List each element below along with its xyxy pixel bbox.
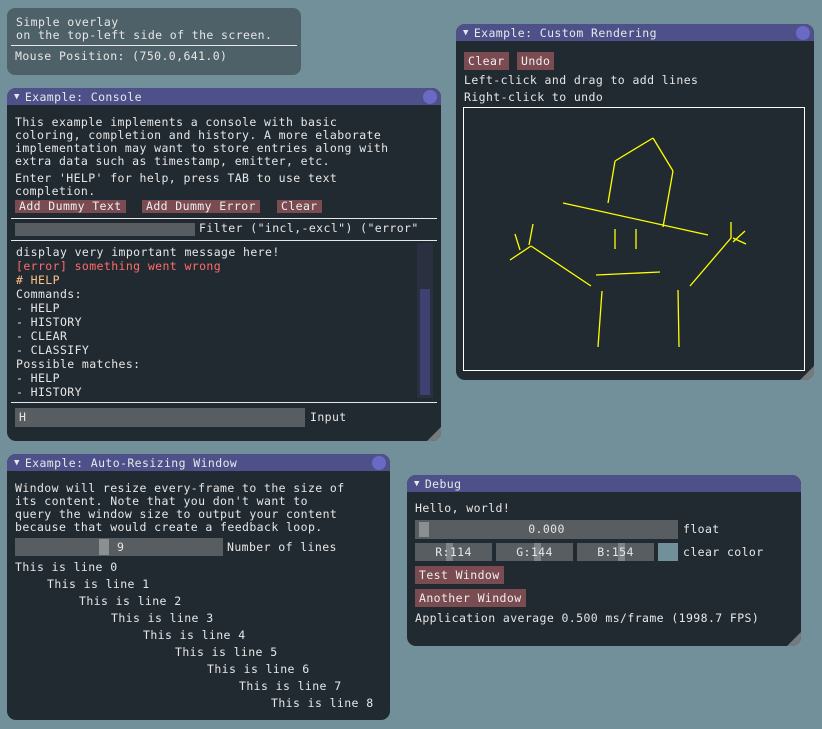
lines-slider-value: 9 xyxy=(117,540,125,554)
log-line: Commands: xyxy=(16,287,82,301)
log-line: - HISTORY xyxy=(16,315,82,329)
console-separator-mid xyxy=(11,240,437,241)
drawing-canvas[interactable] xyxy=(463,107,806,372)
color-g-slider[interactable]: G:144 xyxy=(496,543,573,561)
filter-input[interactable] xyxy=(15,223,195,236)
log-scrollbar-thumb[interactable] xyxy=(420,289,430,395)
close-icon[interactable] xyxy=(372,456,386,470)
debug-titlebar[interactable]: ▼ Debug xyxy=(407,475,801,492)
log-line: - HISTORY xyxy=(16,385,82,399)
auto-line: This is line 5 xyxy=(175,645,278,659)
canvas-border xyxy=(463,107,805,371)
clear-color-swatch[interactable] xyxy=(658,543,678,561)
resize-grip[interactable] xyxy=(427,427,441,441)
auto-line: This is line 4 xyxy=(143,628,246,642)
clear-color-label: clear color xyxy=(683,545,764,559)
auto-line: This is line 6 xyxy=(207,662,310,676)
auto-resizing-title: Example: Auto-Resizing Window xyxy=(24,455,238,470)
console-title: Example: Console xyxy=(24,89,143,104)
resize-grip[interactable] xyxy=(800,366,814,380)
canvas-clear-button[interactable]: Clear xyxy=(464,52,509,70)
auto-resizing-window: ▼ Example: Auto-Resizing Window Window w… xyxy=(7,454,390,720)
console-desc-4: extra data such as timestamp, emitter, e… xyxy=(15,154,330,168)
float-slider[interactable]: 0.000 xyxy=(415,520,678,539)
close-icon[interactable] xyxy=(423,90,437,104)
canvas-undo-button[interactable]: Undo xyxy=(517,52,555,70)
log-line: - CLASSIFY xyxy=(16,343,90,357)
auto-line: This is line 3 xyxy=(111,611,214,625)
custom-rendering-titlebar[interactable]: ▼ Example: Custom Rendering xyxy=(456,24,814,41)
console-separator-top xyxy=(11,218,437,219)
log-scrollbar[interactable] xyxy=(417,243,433,398)
test-window-button[interactable]: Test Window xyxy=(415,566,504,584)
log-line: Possible matches: xyxy=(16,357,141,371)
console-log[interactable]: display very important message here! [err… xyxy=(15,243,415,401)
color-g-value: G:144 xyxy=(516,545,553,559)
auto-line: This is line 8 xyxy=(271,696,374,710)
log-line: - CLEAR xyxy=(16,329,68,343)
add-dummy-text-button[interactable]: Add Dummy Text xyxy=(15,200,126,213)
filter-label: Filter ("incl,-excl") ("error" xyxy=(199,221,419,235)
clear-button[interactable]: Clear xyxy=(277,200,322,213)
log-line: - HELP xyxy=(16,371,60,385)
canvas-hint-undo: Right-click to undo xyxy=(464,90,604,104)
overlay-separator xyxy=(11,45,297,46)
resize-grip[interactable] xyxy=(787,632,801,646)
console-input-value: H xyxy=(19,410,27,424)
color-r-slider[interactable]: R:114 xyxy=(415,543,492,561)
log-line: display very important message here! xyxy=(16,245,280,259)
debug-window: ▼ Debug Hello, world! 0.000 float R:114 … xyxy=(407,475,801,646)
auto-line: This is line 0 xyxy=(15,560,118,574)
auto-line: This is line 2 xyxy=(79,594,182,608)
console-separator-bottom xyxy=(11,402,437,403)
collapse-triangle-icon[interactable]: ▼ xyxy=(463,28,469,38)
console-window: ▼ Example: Console This example implemen… xyxy=(7,88,441,441)
another-window-button[interactable]: Another Window xyxy=(415,589,526,607)
color-b-value: B:154 xyxy=(597,545,634,559)
debug-title: Debug xyxy=(424,476,462,491)
canvas-hint-drag: Left-click and drag to add lines xyxy=(464,73,699,87)
auto-line: This is line 1 xyxy=(47,577,150,591)
console-input-label: Input xyxy=(310,410,347,424)
collapse-triangle-icon[interactable]: ▼ xyxy=(414,479,420,489)
console-titlebar[interactable]: ▼ Example: Console xyxy=(7,88,441,105)
add-dummy-error-button[interactable]: Add Dummy Error xyxy=(142,200,260,213)
custom-rendering-window: ▼ Example: Custom Rendering Clear Undo L… xyxy=(456,24,814,380)
color-r-value: R:114 xyxy=(435,545,472,559)
autoresize-desc-4: because that would create a feedback loo… xyxy=(15,520,323,534)
collapse-triangle-icon[interactable]: ▼ xyxy=(14,92,20,102)
log-line: - HELP xyxy=(16,301,60,315)
lines-slider[interactable]: 9 xyxy=(15,538,223,556)
mouse-position: Mouse Position: (750.0,641.0) xyxy=(15,49,228,63)
color-b-slider[interactable]: B:154 xyxy=(577,543,654,561)
custom-rendering-title: Example: Custom Rendering xyxy=(473,25,657,40)
hello-text: Hello, world! xyxy=(415,501,511,515)
auto-line: This is line 7 xyxy=(239,679,342,693)
lines-slider-label: Number of lines xyxy=(227,540,337,554)
auto-resizing-titlebar[interactable]: ▼ Example: Auto-Resizing Window xyxy=(7,454,390,471)
float-slider-value: 0.000 xyxy=(528,522,565,536)
console-input[interactable]: H xyxy=(15,408,305,427)
log-line: # HELP xyxy=(16,273,60,287)
fps-text: Application average 0.500 ms/frame (1998… xyxy=(415,611,760,625)
simple-overlay: Simple overlay on the top-left side of t… xyxy=(7,8,301,75)
close-icon[interactable] xyxy=(796,26,810,40)
console-help-2: completion. xyxy=(15,184,96,198)
collapse-triangle-icon[interactable]: ▼ xyxy=(14,458,20,468)
float-label: float xyxy=(683,522,720,536)
overlay-line-2: on the top-left side of the screen. xyxy=(16,28,273,42)
lines-slider-grab[interactable] xyxy=(99,539,109,555)
log-line: [error] something went wrong xyxy=(16,259,222,273)
